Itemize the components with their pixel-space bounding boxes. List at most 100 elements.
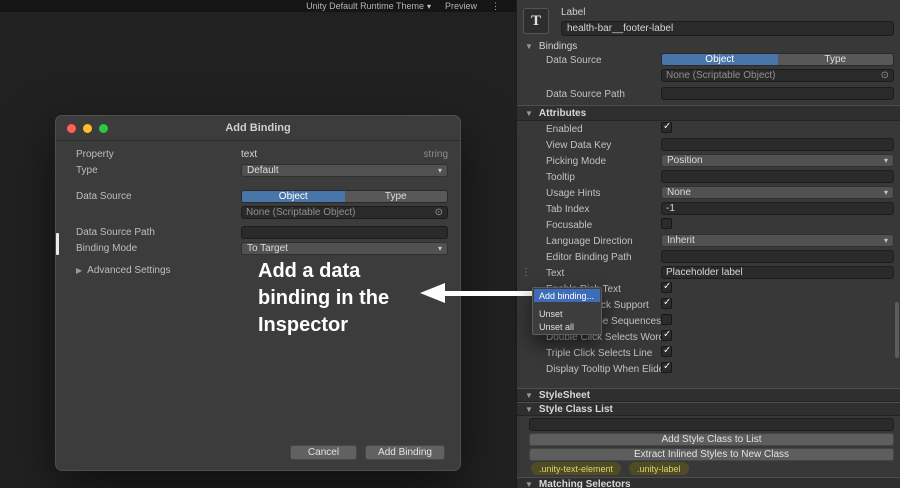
foldout-open-icon: ▼ (525, 108, 533, 118)
uibuilder-viewport: Unity Default Runtime Theme ▾ Preview ⋮ … (0, 0, 516, 488)
minimize-window-button[interactable] (83, 124, 92, 133)
viewport-toolbar: Unity Default Runtime Theme ▾ Preview ⋮ (0, 0, 516, 12)
attribute-row: Display Tooltip When Elided (517, 361, 900, 377)
matching-selectors-section-header[interactable]: ▼ Matching Selectors (517, 477, 900, 488)
data-source-label: Data Source (76, 190, 132, 202)
picking-mode-dropdown[interactable]: Position ▾ (661, 154, 894, 167)
foldout-open-icon: ▼ (525, 390, 533, 400)
object-field-row: None (Scriptable Object) ⊙ (76, 205, 448, 219)
attribute-row-text: ⋮ Text Placeholder label (517, 265, 900, 281)
tab-type[interactable]: Type (777, 54, 893, 65)
attributes-rows: Enabled View Data Key Picking Mode Posit… (517, 121, 900, 377)
label-type-icon: T (523, 8, 549, 34)
zoom-window-button[interactable] (99, 124, 108, 133)
editor-binding-path-field[interactable] (661, 250, 894, 263)
theme-selector-label: Unity Default Runtime Theme (306, 1, 424, 11)
style-class-list-section-header[interactable]: ▼ Style Class List (517, 402, 900, 416)
style-class-pills: .unity-text-element .unity-label (531, 462, 689, 475)
inspector-object-field-row: None (Scriptable Object) ⊙ (517, 68, 900, 84)
menu-item-unset[interactable]: Unset (534, 307, 600, 320)
view-data-key-field[interactable] (661, 138, 894, 151)
attribute-row: Editor Binding Path (517, 249, 900, 265)
kebab-menu-icon[interactable]: ⋮ (491, 1, 500, 12)
preview-toggle[interactable]: Preview (445, 1, 477, 11)
class-pill[interactable]: .unity-text-element (531, 462, 622, 475)
tooltip-field[interactable] (661, 170, 894, 183)
attribute-row: Enabled (517, 121, 900, 137)
attribute-row: Tab Index -1 (517, 201, 900, 217)
foldout-open-icon: ▼ (525, 479, 533, 488)
text-field[interactable]: Placeholder label (661, 266, 894, 279)
foldout-open-icon: ▼ (525, 42, 533, 51)
extract-inlined-styles-button[interactable]: Extract Inlined Styles to New Class (529, 448, 894, 461)
attr-label: Display Tooltip When Elided (546, 364, 670, 375)
cancel-button[interactable]: Cancel (290, 445, 357, 460)
element-name-field[interactable]: health-bar__footer-label (561, 21, 894, 36)
enabled-checkbox[interactable] (661, 121, 672, 133)
binding-mode-label: Binding Mode (76, 242, 138, 254)
tab-type[interactable]: Type (344, 190, 447, 202)
screen: Unity Default Runtime Theme ▾ Preview ⋮ … (0, 0, 900, 488)
binding-type-dropdown[interactable]: Default ▾ (241, 163, 448, 177)
object-picker-icon[interactable]: ⊙ (435, 207, 443, 218)
attribute-row: View Data Key (517, 137, 900, 153)
attribute-row: Focusable (517, 217, 900, 233)
data-source-tabs: Object Type (241, 189, 448, 203)
attribute-row: Tooltip (517, 169, 900, 185)
data-source-path-label: Data Source Path (76, 226, 155, 238)
attribute-row: Usage Hints None ▾ (517, 185, 900, 201)
property-row: Property text string (76, 147, 448, 161)
foldout-open-icon: ▼ (525, 404, 533, 414)
scriptable-object-field[interactable]: None (Scriptable Object) ⊙ (661, 69, 894, 82)
double-click-selects-word-checkbox[interactable] (661, 329, 672, 341)
stylesheet-section-header[interactable]: ▼ StyleSheet (517, 388, 900, 402)
inspector-panel: T Label health-bar__footer-label ▼ Bindi… (516, 0, 900, 488)
attributes-section-header[interactable]: ▼ Attributes (517, 105, 900, 121)
add-binding-button[interactable]: Add Binding (365, 445, 445, 460)
dialog-titlebar[interactable]: Add Binding (56, 116, 460, 141)
data-source-tabs: Object Type (661, 53, 894, 66)
usage-hints-dropdown[interactable]: None ▾ (661, 186, 894, 199)
language-direction-dropdown[interactable]: Inherit ▾ (661, 234, 894, 247)
tab-object[interactable]: Object (242, 190, 345, 202)
annotation-line: Inspector (258, 314, 349, 336)
dialog-body: Property text string Type Default ▾ Data… (56, 141, 460, 276)
attr-label: Text (546, 268, 565, 279)
matching-selectors-title: Matching Selectors (538, 478, 631, 488)
tab-index-field[interactable]: -1 (661, 202, 894, 215)
bindings-section-foldout[interactable]: ▼ Bindings (525, 41, 577, 52)
parse-escape-sequences-checkbox[interactable] (661, 314, 672, 325)
data-source-path-row: Data Source Path (76, 225, 448, 239)
element-type-label: Label (561, 7, 586, 18)
class-pill[interactable]: .unity-label (629, 462, 689, 475)
binding-mode-row: Binding Mode To Target ▾ (76, 241, 448, 255)
emoji-fallback-checkbox[interactable] (661, 297, 672, 309)
menu-item-add-binding[interactable]: Add binding... (534, 289, 600, 302)
close-window-button[interactable] (67, 124, 76, 133)
advanced-settings-label: Advanced Settings (87, 265, 171, 276)
drag-handle-icon[interactable]: ⋮ (521, 267, 531, 278)
inspector-data-source-path-row: Data Source Path (517, 86, 900, 102)
binding-mode-dropdown[interactable]: To Target ▾ (241, 241, 448, 255)
scrollbar-thumb[interactable] (895, 302, 899, 358)
scriptable-object-value: None (Scriptable Object) (666, 70, 776, 81)
data-source-label: Data Source (546, 55, 602, 66)
enable-rich-text-checkbox[interactable] (661, 281, 672, 293)
theme-selector-dropdown[interactable]: Unity Default Runtime Theme ▾ (306, 1, 431, 11)
object-picker-icon[interactable]: ⊙ (881, 70, 889, 81)
chevron-down-icon: ▾ (437, 243, 442, 253)
data-source-path-field[interactable] (241, 225, 448, 239)
focusable-checkbox[interactable] (661, 218, 672, 229)
add-style-class-button[interactable]: Add Style Class to List (529, 433, 894, 446)
window-controls (67, 124, 108, 133)
data-source-path-field[interactable] (661, 87, 894, 100)
tab-object[interactable]: Object (662, 54, 778, 65)
display-tooltip-when-elided-checkbox[interactable] (661, 361, 672, 373)
attr-label: Editor Binding Path (546, 252, 632, 263)
triple-click-selects-line-checkbox[interactable] (661, 345, 672, 357)
scriptable-object-field[interactable]: None (Scriptable Object) ⊙ (241, 205, 448, 219)
menu-item-unset-all[interactable]: Unset all (534, 320, 600, 333)
style-class-input[interactable] (529, 418, 894, 431)
attr-label: Enabled (546, 124, 583, 135)
annotation-text: Add a data binding in the Inspector (258, 258, 389, 339)
